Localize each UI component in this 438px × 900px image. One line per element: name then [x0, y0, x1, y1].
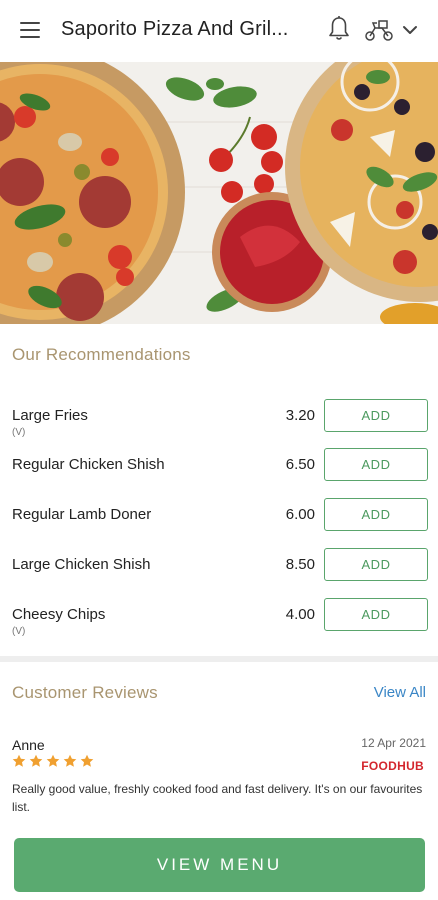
hero-food-image: [0, 62, 438, 324]
item-veg-tag: (V): [12, 427, 26, 438]
recommendation-item: Cheesy Chips (V) 4.00 ADD: [0, 598, 438, 656]
item-name: Cheesy Chips: [12, 606, 106, 623]
star-icon: [63, 754, 77, 767]
section-divider: [0, 656, 438, 662]
item-name: Regular Chicken Shish: [12, 456, 165, 473]
chevron-down-icon[interactable]: [402, 24, 418, 36]
review-date: 12 Apr 2021: [361, 736, 426, 750]
item-name: Regular Lamb Doner: [12, 506, 152, 523]
add-button[interactable]: ADD: [324, 598, 428, 631]
review-text: Really good value, freshly cooked food a…: [12, 782, 423, 814]
delivery-bike-icon[interactable]: [364, 18, 394, 42]
add-button[interactable]: ADD: [324, 399, 428, 432]
item-veg-tag: (V): [12, 626, 26, 637]
star-icon: [29, 754, 43, 767]
item-price: 4.00: [285, 606, 315, 623]
star-icon: [80, 754, 94, 767]
reviewer-name: Anne: [12, 737, 45, 753]
reviews-heading: Customer Reviews: [12, 683, 158, 702]
star-icon: [12, 754, 26, 767]
add-button[interactable]: ADD: [324, 548, 428, 581]
star-rating: [12, 754, 94, 768]
recommendations-heading: Our Recommendations: [12, 345, 191, 364]
item-price: 6.50: [285, 456, 315, 473]
item-price: 6.00: [285, 506, 315, 523]
item-name: Large Chicken Shish: [12, 556, 151, 573]
menu-icon[interactable]: [20, 22, 40, 40]
add-button[interactable]: ADD: [324, 498, 428, 531]
item-name: Large Fries: [12, 407, 88, 424]
view-menu-button[interactable]: VIEW MENU: [14, 838, 425, 892]
item-price: 3.20: [285, 407, 315, 424]
bell-icon[interactable]: [327, 15, 351, 43]
star-icon: [46, 754, 60, 767]
view-all-reviews-link[interactable]: View All: [374, 684, 426, 701]
app-header: Saporito Pizza And Gril...: [0, 0, 438, 62]
review-source-logo: FOODHUB: [361, 759, 424, 773]
item-price: 8.50: [285, 556, 315, 573]
add-button[interactable]: ADD: [324, 448, 428, 481]
page-title: Saporito Pizza And Gril...: [61, 18, 289, 40]
